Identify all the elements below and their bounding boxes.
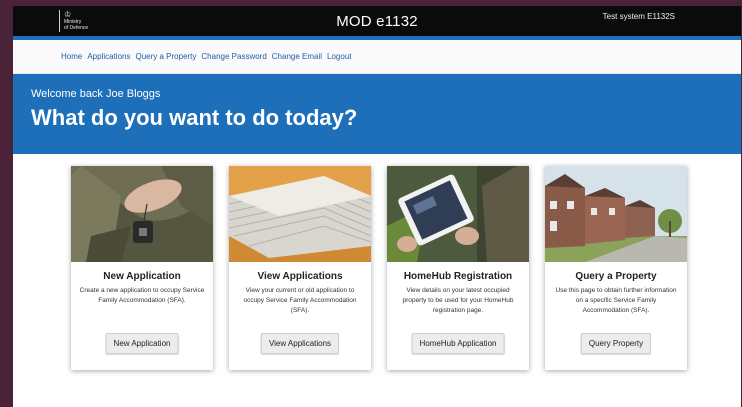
paper-stack-image — [229, 166, 371, 262]
query-property-button[interactable]: Query Property — [580, 333, 652, 354]
homehub-application-button[interactable]: HomeHub Application — [411, 333, 505, 354]
houses-image — [545, 166, 687, 262]
nav-home[interactable]: Home — [61, 52, 82, 61]
card-query-property: Query a Property Use this page to obtain… — [545, 166, 687, 370]
app-window: ♔ Ministry of Defence MOD e1132 Test sys… — [13, 6, 741, 407]
top-bar: ♔ Ministry of Defence MOD e1132 Test sys… — [13, 6, 741, 40]
view-applications-button[interactable]: View Applications — [260, 333, 340, 354]
card-description: View details on your latest occupied pro… — [402, 287, 514, 314]
nav-applications[interactable]: Applications — [87, 52, 130, 61]
nav-logout[interactable]: Logout — [327, 52, 351, 61]
card-description: View your current or old application to … — [243, 287, 357, 314]
card-new-application: New Application Create a new application… — [71, 166, 213, 370]
card-description: Use this page to obtain further informat… — [555, 287, 677, 314]
main-nav: Home Applications Query a Property Chang… — [13, 40, 741, 74]
hero-banner: Welcome back Joe Bloggs What do you want… — [13, 74, 741, 154]
card-homehub-registration: HomeHub Registration View details on you… — [387, 166, 529, 370]
nav-query-property[interactable]: Query a Property — [135, 52, 196, 61]
card-title: New Application — [103, 271, 181, 282]
card-title: Query a Property — [575, 271, 657, 282]
tablet-image — [387, 166, 529, 262]
environment-label: Test system E1132S — [602, 12, 675, 21]
card-description: Create a new application to occupy Servi… — [79, 287, 205, 304]
welcome-message: Welcome back Joe Bloggs — [31, 88, 161, 100]
page-title: What do you want to do today? — [31, 105, 358, 130]
soldier-with-keys-image — [71, 166, 213, 262]
card-title: View Applications — [257, 271, 343, 282]
action-cards: New Application Create a new application… — [71, 166, 687, 370]
nav-change-email[interactable]: Change Email — [272, 52, 322, 61]
card-title: HomeHub Registration — [403, 271, 513, 282]
new-application-button[interactable]: New Application — [105, 333, 179, 354]
card-view-applications: View Applications View your current or o… — [229, 166, 371, 370]
nav-change-password[interactable]: Change Password — [201, 52, 266, 61]
